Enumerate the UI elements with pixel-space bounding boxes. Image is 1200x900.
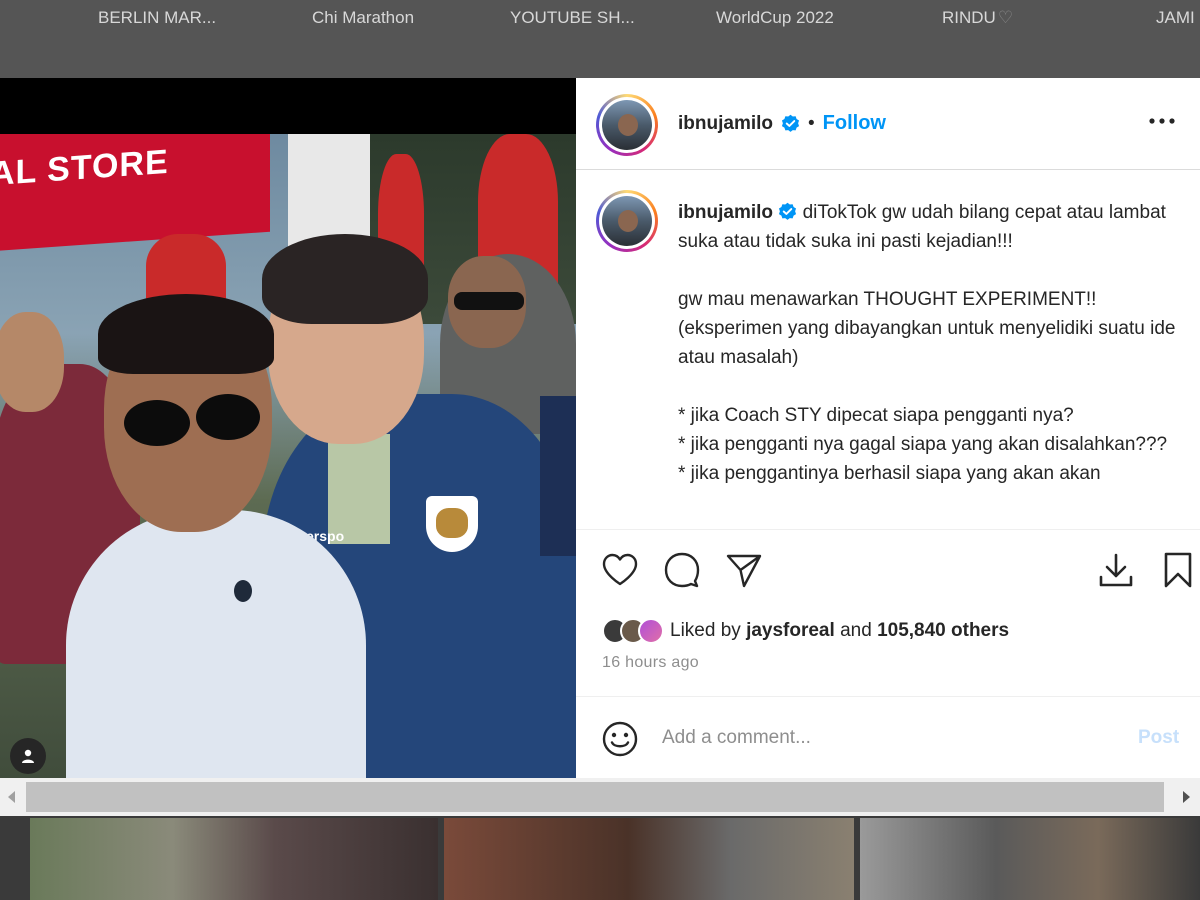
person-tag-icon — [22, 749, 34, 763]
shirt-pin — [234, 580, 252, 602]
post-photo: AL STORE erspo — [0, 134, 576, 778]
highlight-label: RINDU — [942, 8, 996, 27]
highlight-item[interactable]: YOUTUBE SH... — [510, 8, 635, 28]
highlight-item[interactable]: WorldCup 2022 — [716, 8, 834, 28]
store-sign: AL STORE — [0, 134, 270, 252]
selfie-person-shirt — [66, 510, 366, 778]
follow-button[interactable]: Follow — [823, 112, 886, 135]
caption-scroll-area[interactable]: ibnujamilo diTokTok gw udah bilang cepat… — [576, 170, 1200, 530]
username-link[interactable]: ibnujamilo — [678, 113, 773, 135]
scroll-left-arrow-icon[interactable] — [2, 786, 22, 808]
post-header: ibnujamilo • Follow — [576, 78, 1200, 170]
likes-text: Liked by jaysforeal and 105,840 others — [670, 620, 1009, 642]
caption-avatar[interactable] — [596, 190, 658, 252]
paper-plane-icon[interactable] — [724, 550, 764, 590]
highlights-bar: BERLIN MAR... Chi Marathon YOUTUBE SH...… — [0, 0, 1200, 78]
likes-summary[interactable]: Liked by jaysforeal and 105,840 others — [602, 618, 1009, 644]
selfie-person-hair — [98, 294, 274, 374]
liked-user-link[interactable]: jaysforeal — [746, 620, 835, 641]
header-user-row: ibnujamilo • Follow — [678, 112, 886, 135]
post-comment-button[interactable]: Post — [1138, 727, 1179, 749]
comment-bubble-icon[interactable] — [662, 550, 702, 590]
coach-jacket-pattern — [540, 396, 576, 556]
heart-icon[interactable] — [600, 550, 640, 590]
post-actions: Liked by jaysforeal and 105,840 others 1… — [576, 530, 1200, 698]
post-media[interactable]: AL STORE erspo — [0, 78, 576, 778]
download-icon[interactable] — [1096, 550, 1136, 590]
garuda-emblem-bird — [436, 508, 468, 538]
liker-avatar — [638, 618, 664, 644]
caption-username[interactable]: ibnujamilo — [678, 202, 773, 223]
scrollbar-thumb[interactable] — [26, 782, 1164, 812]
post-thumbnail[interactable] — [860, 818, 1200, 900]
background-girl-head — [0, 312, 64, 412]
sunglasses-left-lens — [124, 400, 190, 446]
more-posts-grid — [0, 816, 1200, 900]
highlight-item[interactable]: JAMI — [1156, 8, 1195, 28]
ellipsis-icon[interactable] — [1148, 116, 1176, 126]
highlight-item[interactable]: RINDU ♡ — [942, 8, 1013, 28]
smiley-icon[interactable] — [600, 719, 640, 759]
background-person-sunglasses — [454, 292, 524, 310]
comment-input[interactable] — [662, 721, 1102, 755]
post-thumbnail[interactable] — [30, 818, 438, 900]
store-sign-text: AL STORE — [0, 142, 169, 194]
horizontal-scrollbar[interactable] — [0, 778, 1200, 816]
heart-outline-icon: ♡ — [997, 8, 1014, 27]
avatar[interactable] — [596, 94, 658, 156]
verified-badge-icon — [779, 202, 797, 220]
post-caption: ibnujamilo diTokTok gw udah bilang cepat… — [678, 198, 1178, 488]
tagged-users-button[interactable] — [10, 738, 46, 774]
sunglasses-right-lens — [196, 394, 260, 440]
highlight-item[interactable]: BERLIN MAR... — [98, 8, 216, 28]
liked-others-link[interactable]: 105,840 others — [877, 620, 1009, 641]
liked-and: and — [840, 620, 872, 641]
coach-hair — [262, 234, 428, 324]
post-sidebar: ibnujamilo • Follow ibnujamilo diTokTok … — [576, 78, 1200, 778]
bookmark-icon[interactable] — [1158, 550, 1198, 590]
caption-text: diTokTok gw udah bilang cepat atau lamba… — [678, 202, 1176, 484]
avatar-image — [602, 100, 652, 150]
post-timestamp[interactable]: 16 hours ago — [602, 654, 699, 672]
separator-dot: • — [808, 112, 815, 134]
caption-avatar-image — [602, 196, 652, 246]
highlight-item[interactable]: Chi Marathon — [312, 8, 414, 28]
scroll-right-arrow-icon[interactable] — [1176, 786, 1196, 808]
post-thumbnail[interactable] — [444, 818, 854, 900]
comment-bar: Post — [576, 696, 1200, 778]
verified-badge-icon — [781, 114, 800, 132]
liked-prefix: Liked by — [670, 620, 741, 641]
